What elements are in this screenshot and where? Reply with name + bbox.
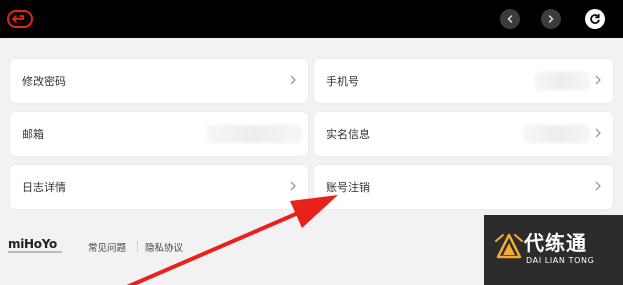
email-row[interactable]: 邮箱 <box>10 112 308 156</box>
footer-divider <box>137 241 138 252</box>
refresh-button[interactable] <box>585 9 605 29</box>
real-name-info-row[interactable]: 实名信息 <box>314 112 613 156</box>
email-value-blurred <box>206 125 302 143</box>
refresh-icon <box>590 13 600 24</box>
prev-button[interactable] <box>500 9 520 29</box>
phone-number-row[interactable]: 手机号 <box>314 59 613 103</box>
next-button[interactable] <box>541 9 561 29</box>
back-button[interactable] <box>6 8 34 30</box>
real-name-info-label: 实名信息 <box>326 128 370 141</box>
faq-link[interactable]: 常见问题 <box>88 240 126 254</box>
account-cancellation-row[interactable]: 账号注销 <box>314 165 613 209</box>
top-bar <box>0 0 623 38</box>
email-label: 邮箱 <box>22 128 44 141</box>
watermark-title: 代练通 <box>524 231 587 255</box>
chevron-right-icon <box>290 75 296 85</box>
chevron-left-icon <box>507 15 513 23</box>
change-password-label: 修改密码 <box>22 75 66 88</box>
mihoyo-logo-tagline <box>8 251 62 253</box>
back-return-icon <box>7 10 33 28</box>
account-cancellation-label: 账号注销 <box>326 181 370 194</box>
chevron-right-icon <box>595 128 601 138</box>
phone-number-label: 手机号 <box>326 75 359 88</box>
watermark-badge: 代练通 DAI LIAN TONG <box>484 215 623 285</box>
dailiantong-logo-icon <box>495 233 523 259</box>
chevron-right-icon <box>595 75 601 85</box>
mihoyo-logo: miHoYo <box>8 237 57 251</box>
chevron-right-icon <box>548 15 554 23</box>
chevron-right-icon <box>595 181 601 191</box>
chevron-right-icon <box>290 181 296 191</box>
phone-value-blurred <box>534 72 590 90</box>
real-name-value-blurred <box>524 125 590 143</box>
log-details-label: 日志详情 <box>22 181 66 194</box>
privacy-policy-link[interactable]: 隐私协议 <box>145 240 183 254</box>
log-details-row[interactable]: 日志详情 <box>10 165 308 209</box>
watermark-subtitle: DAI LIAN TONG <box>526 256 595 265</box>
change-password-row[interactable]: 修改密码 <box>10 59 308 103</box>
